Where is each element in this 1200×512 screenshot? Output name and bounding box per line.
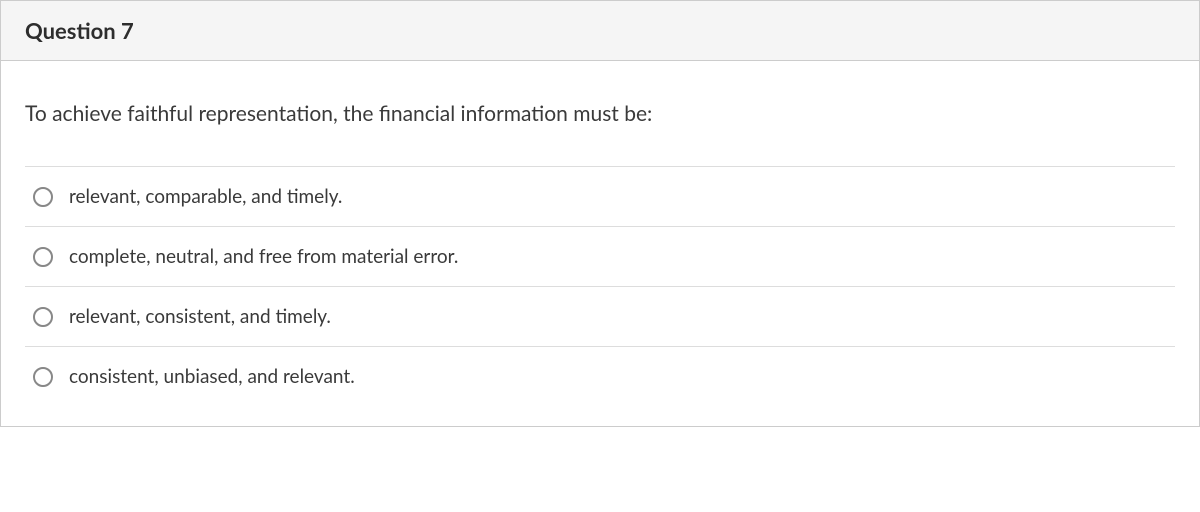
option-label: relevant, consistent, and timely. [69, 305, 331, 328]
option-row-3[interactable]: relevant, consistent, and timely. [25, 287, 1175, 347]
radio-icon [33, 307, 53, 327]
question-title: Question 7 [25, 17, 1175, 44]
question-body: To achieve faithful representation, the … [1, 61, 1199, 426]
question-header: Question 7 [1, 1, 1199, 61]
option-label: relevant, comparable, and timely. [69, 185, 342, 208]
option-label: complete, neutral, and free from materia… [69, 245, 458, 268]
options-list: relevant, comparable, and timely. comple… [25, 166, 1175, 406]
radio-icon [33, 247, 53, 267]
option-row-2[interactable]: complete, neutral, and free from materia… [25, 227, 1175, 287]
option-row-1[interactable]: relevant, comparable, and timely. [25, 167, 1175, 227]
radio-icon [33, 187, 53, 207]
question-container: Question 7 To achieve faithful represent… [0, 0, 1200, 427]
option-label: consistent, unbiased, and relevant. [69, 365, 355, 388]
question-prompt: To achieve faithful representation, the … [25, 101, 1175, 126]
radio-icon [33, 367, 53, 387]
option-row-4[interactable]: consistent, unbiased, and relevant. [25, 347, 1175, 406]
